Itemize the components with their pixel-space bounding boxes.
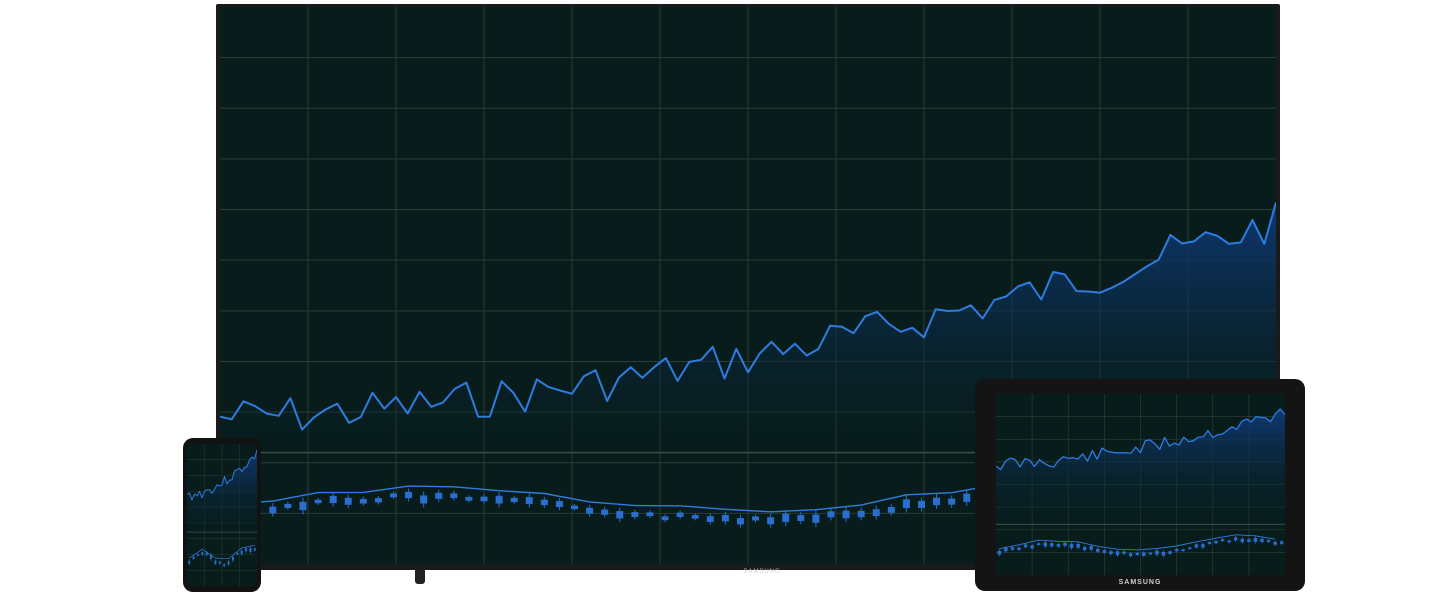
tv-logo: SAMSUNG [743, 569, 781, 575]
smartphone [183, 438, 261, 592]
tablet: SAMSUNG [975, 379, 1305, 591]
tablet-chart-graphic [996, 394, 1285, 575]
tablet-screen [996, 394, 1285, 575]
tv-stand [415, 570, 425, 584]
phone-chart-graphic [187, 444, 257, 586]
tablet-logo: SAMSUNG [1118, 579, 1162, 586]
phone-screen [187, 444, 257, 586]
